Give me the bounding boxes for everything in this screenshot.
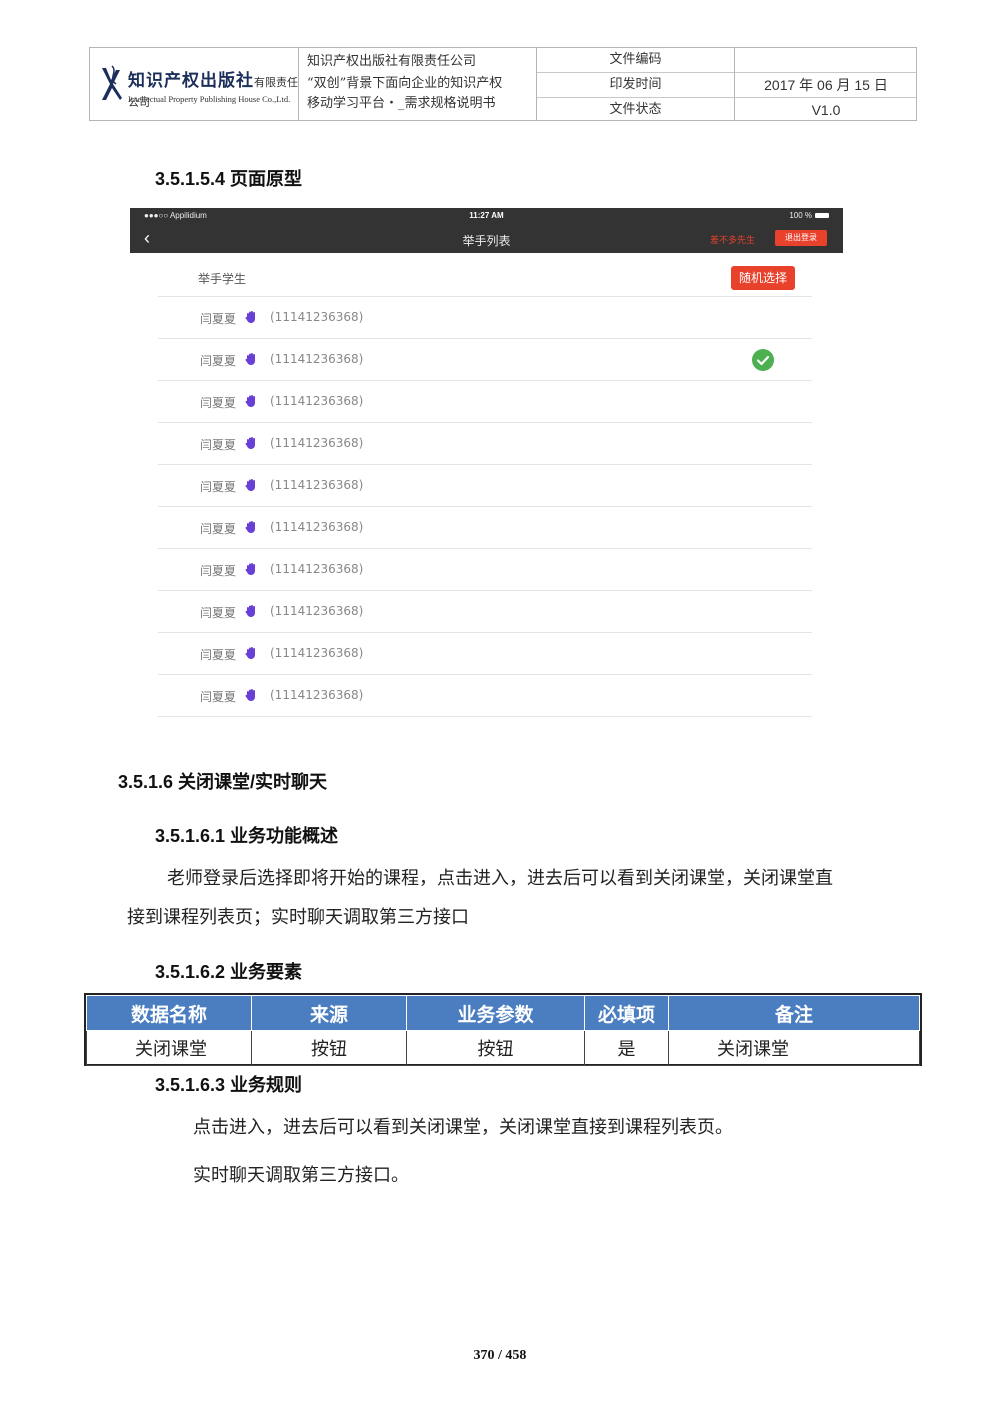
label-doc-status: 文件状态	[609, 102, 662, 117]
student-phone: (11141236368)	[270, 436, 364, 450]
col-header: 业务参数	[406, 995, 585, 1031]
value-doc-status: V1.0	[811, 102, 841, 118]
raised-hand-icon	[245, 395, 255, 408]
raised-hand-icon	[245, 689, 255, 702]
user-name: 差不多先生	[710, 235, 756, 245]
value-issue-date: 2017 年 06 月 15 日	[735, 73, 917, 98]
student-name: 闫夏夏	[200, 438, 237, 452]
student-name: 闫夏夏	[200, 354, 237, 368]
logout-button[interactable]: 退出登录	[775, 230, 827, 246]
student-phone: (11141236368)	[270, 310, 364, 324]
col-header: 必填项	[584, 995, 669, 1031]
label-issue-date: 印发时间	[537, 73, 734, 98]
logo-name-cn: 知识产权出版社	[128, 71, 254, 91]
heading-3-5-1-6: 3.5.1.6 关闭课堂/实时聊天	[118, 772, 328, 792]
company-line: 知识产权出版社有限责任公司	[307, 54, 477, 69]
list-item[interactable]: 闫夏夏 (11141236368)	[158, 633, 812, 675]
list-header: 举手学生 随机选择	[158, 258, 812, 297]
table-cell: 按钮	[406, 1030, 585, 1066]
value-doc-code	[735, 48, 917, 73]
col-header: 来源	[251, 995, 407, 1031]
student-name: 闫夏夏	[200, 606, 237, 620]
student-name: 闫夏夏	[200, 396, 237, 410]
student-phone: (11141236368)	[270, 562, 364, 576]
list-item[interactable]: 闫夏夏 (11141236368)	[158, 465, 812, 507]
list-item[interactable]: 闫夏夏 (11141236368)	[158, 381, 812, 423]
raised-hand-list: 闫夏夏 (11141236368) 闫夏夏 (11141236368) 闫夏夏 (1114…	[158, 297, 812, 717]
raised-hand-icon	[245, 353, 255, 366]
table-cell: 是	[584, 1030, 669, 1066]
student-phone: (11141236368)	[270, 478, 364, 492]
overview-line-2: 接到课程列表页；实时聊天调取第三方接口	[127, 907, 469, 928]
student-phone: (11141236368)	[270, 352, 364, 366]
table-header-row: 数据名称 来源 业务参数 必填项 备注	[86, 995, 920, 1031]
heading-3-5-1-5-4: 3.5.1.5.4 页面原型	[155, 169, 303, 189]
student-phone: (11141236368)	[270, 688, 364, 702]
student-phone: (11141236368)	[270, 520, 364, 534]
label-doc-code: 文件编码	[537, 48, 734, 73]
student-name: 闫夏夏	[200, 312, 237, 326]
table-cell: 关闭课堂	[668, 1030, 920, 1066]
student-name: 闫夏夏	[200, 480, 237, 494]
raised-hand-icon	[245, 311, 255, 324]
status-battery: 100 %	[789, 211, 829, 220]
raised-hand-icon	[245, 563, 255, 576]
list-item[interactable]: 闫夏夏 (11141236368)	[158, 675, 812, 717]
list-item[interactable]: 闫夏夏 (11141236368)	[158, 339, 812, 381]
heading-3-5-1-6-2: 3.5.1.6.2 业务要素	[155, 962, 303, 982]
list-item[interactable]: 闫夏夏 (11141236368)	[158, 507, 812, 549]
student-name: 闫夏夏	[200, 690, 237, 704]
student-name: 闫夏夏	[200, 564, 237, 578]
page-prototype-mockup: ●●●○○ Appilidium 11:27 AM 100 % ‹ 举手列表 差…	[130, 208, 843, 728]
raised-hand-icon	[245, 605, 255, 618]
table-row: 关闭课堂 按钮 按钮 是 关闭课堂	[86, 1030, 920, 1066]
document-header: 知识产权出版社有限责任公司 Intellectual Property Publ…	[89, 47, 917, 121]
student-phone: (11141236368)	[270, 646, 364, 660]
list-item[interactable]: 闫夏夏 (11141236368)	[158, 297, 812, 339]
overview-line-1: 老师登录后选择即将开始的课程，点击进入，进去后可以看到关闭课堂，关闭课堂直	[167, 868, 833, 889]
table-cell: 按钮	[251, 1030, 407, 1066]
heading-3-5-1-6-1: 3.5.1.6.1 业务功能概述	[155, 826, 339, 846]
rule-line-2: 实时聊天调取第三方接口。	[193, 1165, 409, 1186]
list-item[interactable]: 闫夏夏 (11141236368)	[158, 423, 812, 465]
raised-hand-icon	[245, 521, 255, 534]
heading-3-5-1-6-3: 3.5.1.6.3 业务规则	[155, 1075, 303, 1095]
company-line: 移动学习平台・_需求规格说明书	[307, 96, 496, 111]
list-item[interactable]: 闫夏夏 (11141236368)	[158, 549, 812, 591]
meta-labels: 文件编码 印发时间 文件状态	[537, 48, 735, 120]
meta-values: 2017 年 06 月 15 日 V1.0	[735, 48, 917, 120]
student-phone: (11141236368)	[270, 604, 364, 618]
company-info: 知识产权出版社有限责任公司 “双创”背景下面向企业的知识产权 移动学习平台・_需…	[299, 48, 537, 120]
company-line: “双创”背景下面向企业的知识产权	[307, 76, 503, 91]
business-elements-table: 数据名称 来源 业务参数 必填项 备注 关闭课堂 按钮 按钮 是 关闭课堂	[84, 993, 922, 1066]
raised-hand-icon	[245, 647, 255, 660]
battery-icon	[815, 213, 829, 219]
company-logo: 知识产权出版社有限责任公司 Intellectual Property Publ…	[90, 48, 299, 120]
list-header-title: 举手学生	[198, 272, 247, 286]
page-number: 370 / 458	[473, 1348, 527, 1363]
rule-line-1: 点击进入，进去后可以看到关闭课堂，关闭课堂直接到课程列表页。	[193, 1117, 733, 1138]
random-select-button[interactable]: 随机选择	[731, 266, 795, 290]
student-name: 闫夏夏	[200, 522, 237, 536]
logo-name-en: Intellectual Property Publishing House C…	[128, 94, 291, 104]
student-name: 闫夏夏	[200, 648, 237, 662]
col-header: 数据名称	[86, 995, 252, 1031]
battery-text: 100 %	[789, 211, 812, 220]
nav-bar: ●●●○○ Appilidium 11:27 AM 100 % ‹ 举手列表 差…	[130, 208, 843, 253]
list-item[interactable]: 闫夏夏 (11141236368)	[158, 591, 812, 633]
check-circle-icon	[752, 349, 774, 371]
status-time: 11:27 AM	[469, 211, 504, 220]
student-phone: (11141236368)	[270, 394, 364, 408]
logo-mark-icon	[102, 65, 122, 100]
raised-hand-icon	[245, 437, 255, 450]
table-cell: 关闭课堂	[86, 1030, 252, 1066]
col-header: 备注	[668, 995, 920, 1031]
raised-hand-icon	[245, 479, 255, 492]
